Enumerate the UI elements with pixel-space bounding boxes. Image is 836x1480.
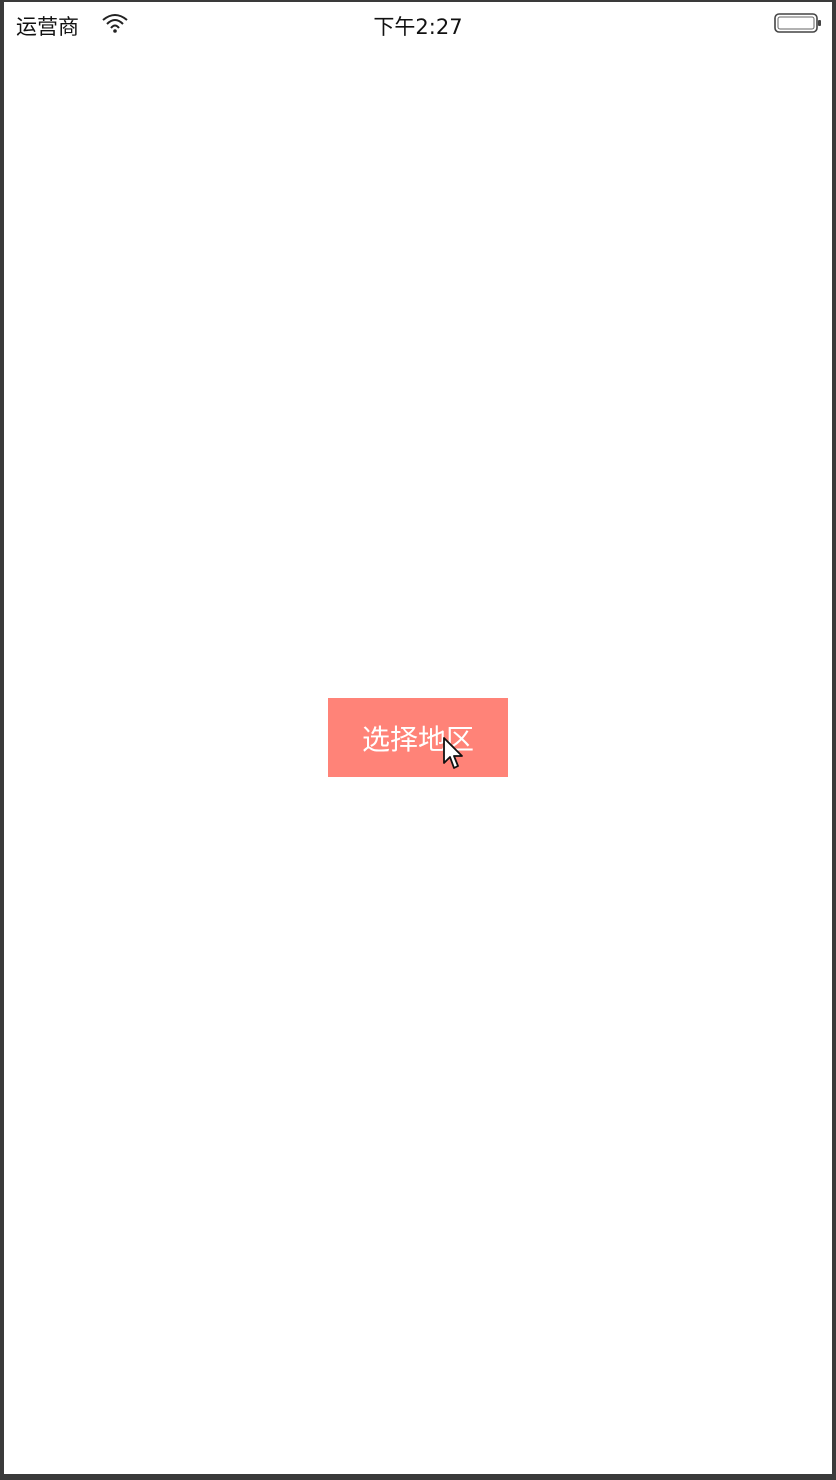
status-bar: 运营商 下午2:27 [4, 2, 832, 46]
status-time: 下午2:27 [373, 15, 463, 39]
battery-icon [774, 13, 822, 33]
select-region-button[interactable]: 选择地区 [328, 698, 508, 777]
phone-screen: 运营商 下午2:27 选择地区 [4, 2, 832, 1474]
